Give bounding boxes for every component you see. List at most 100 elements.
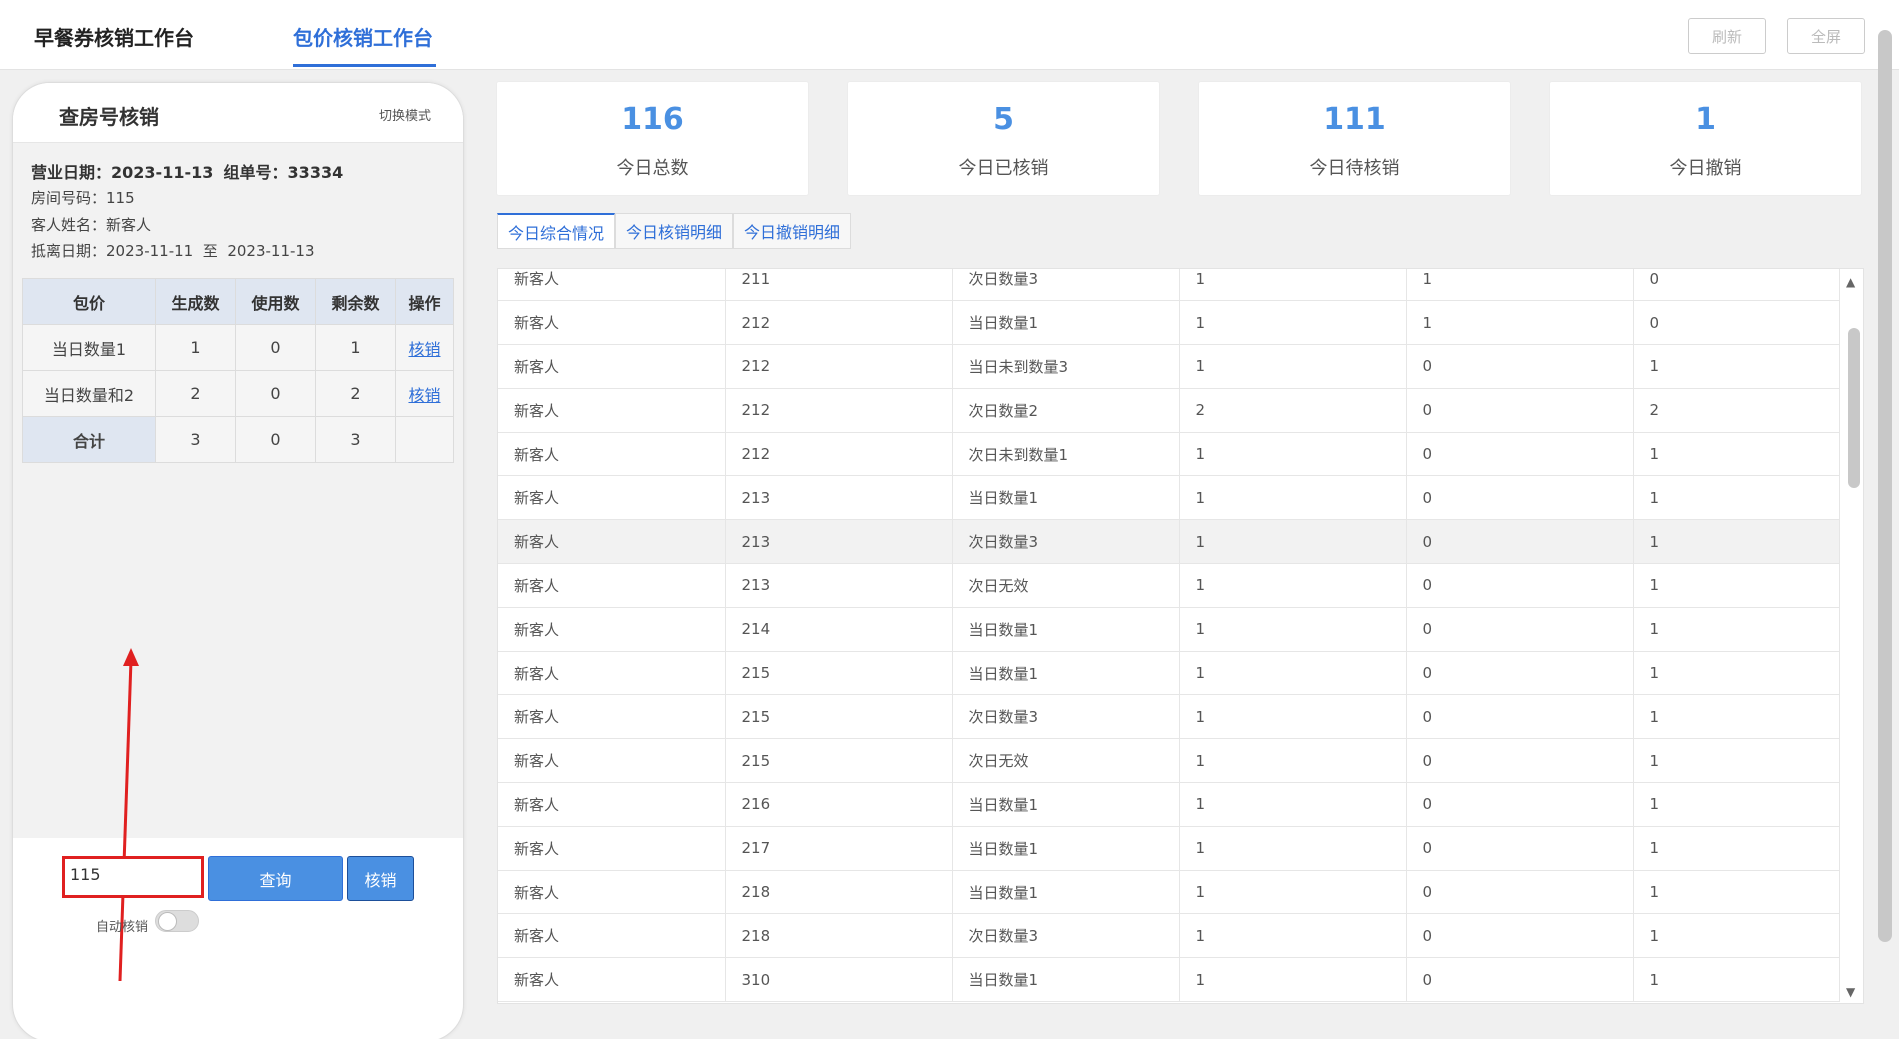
- group-no: 33334: [287, 163, 344, 182]
- used-cell: 0: [1406, 519, 1634, 565]
- verify-link[interactable]: 核销: [408, 340, 440, 359]
- business-info: 营业日期：2023-11-13 组单号：33334: [31, 159, 343, 183]
- used-cell: 0: [1406, 782, 1634, 827]
- package-name: 当日数量1: [22, 324, 156, 371]
- stat-value: 1: [1695, 102, 1716, 137]
- tab-today-summary[interactable]: 今日综合情况: [497, 213, 616, 249]
- table-row[interactable]: 新客人 212 次日未到数量1 1 0 1: [498, 432, 1840, 477]
- package-row: 当日数量和2 2 0 2 核销: [22, 370, 454, 417]
- stay-to-word: 至: [202, 242, 218, 260]
- used-cell: 0: [1406, 694, 1634, 740]
- table-row[interactable]: 新客人 218 次日数量3 1 0 1: [498, 913, 1840, 959]
- auto-verify-toggle[interactable]: [155, 910, 199, 932]
- guest-info: 客人姓名：新客人: [31, 214, 151, 235]
- table-row[interactable]: 新客人 213 当日数量1 1 0 1: [498, 475, 1840, 521]
- table-row[interactable]: 新客人 310 当日数量1 1 0 1: [498, 957, 1840, 1003]
- guest-name-cell: 新客人: [498, 519, 726, 565]
- stat-label: 今日已核销: [958, 158, 1049, 179]
- table-row[interactable]: 新客人 211 次日数量3 1 1 0: [498, 269, 1840, 302]
- stat-card-verified: 5 今日已核销: [848, 82, 1159, 195]
- guest-label: 客人姓名：: [31, 216, 107, 234]
- fullscreen-button[interactable]: 全屏: [1787, 18, 1865, 54]
- package-cell: 当日数量1: [952, 782, 1180, 827]
- generated-cell: 1: [1179, 300, 1407, 346]
- stat-label: 今日撤销: [1669, 158, 1742, 179]
- tab-today-cancelled-detail[interactable]: 今日撤销明细: [733, 213, 852, 249]
- table-row[interactable]: 新客人 213 次日无效 1 0 1: [498, 563, 1840, 608]
- remaining-cell: 1: [1633, 651, 1840, 696]
- tab-breakfast-workbench[interactable]: 早餐券核销工作台: [34, 22, 194, 51]
- col-remaining: 剩余数: [315, 278, 396, 325]
- remaining-cell: 1: [1633, 344, 1840, 389]
- package-cell: 当日数量1: [952, 300, 1180, 346]
- table-row[interactable]: 新客人 214 当日数量1 1 0 1: [498, 607, 1840, 652]
- verify-link[interactable]: 核销: [408, 386, 440, 405]
- guest-name-cell: 新客人: [498, 782, 726, 827]
- table-row[interactable]: 新客人 218 当日数量1 1 0 1: [498, 870, 1840, 915]
- remaining-cell: 1: [1633, 913, 1840, 959]
- generated-cell: 1: [1179, 269, 1407, 302]
- generated-cell: 1: [1179, 563, 1407, 608]
- stat-value: 116: [621, 102, 684, 137]
- table-scrollbar[interactable]: ▲ ▼: [1840, 269, 1863, 1003]
- generated-cell: 1: [1179, 782, 1407, 827]
- package-row: 当日数量1 1 0 1 核销: [22, 324, 454, 371]
- table-row[interactable]: 新客人 212 当日数量1 1 1 0: [498, 300, 1840, 346]
- room-cell: 212: [725, 388, 953, 433]
- tab-package-workbench[interactable]: 包价核销工作台: [293, 22, 433, 51]
- page-scrollbar[interactable]: [1878, 30, 1892, 942]
- used-cell: 0: [1406, 870, 1634, 915]
- room-cell: 213: [725, 519, 953, 565]
- used-cell: 0: [1406, 475, 1634, 521]
- used-cell: 0: [1406, 738, 1634, 784]
- guest-name-cell: 新客人: [498, 475, 726, 521]
- room-cell: 218: [725, 913, 953, 959]
- remaining-cell: 2: [1633, 388, 1840, 433]
- guest-name-cell: 新客人: [498, 563, 726, 608]
- scroll-down-icon[interactable]: ▼: [1846, 985, 1855, 999]
- used-cell: 0: [1406, 651, 1634, 696]
- package-action-cell: 核销: [395, 370, 454, 417]
- package-name: 当日数量和2: [22, 370, 156, 417]
- table-row[interactable]: 新客人 215 当日数量1 1 0 1: [498, 651, 1840, 696]
- guest-name-cell: 新客人: [498, 826, 726, 871]
- scroll-thumb[interactable]: [1848, 328, 1860, 488]
- package-action-cell: 核销: [395, 324, 454, 371]
- table-row[interactable]: 新客人 215 次日数量3 1 0 1: [498, 694, 1840, 740]
- col-action: 操作: [395, 278, 454, 325]
- used-cell: 0: [1406, 432, 1634, 477]
- stat-label: 今日待核销: [1309, 158, 1400, 179]
- package-cell: 次日无效: [952, 738, 1180, 784]
- refresh-button[interactable]: 刷新: [1688, 18, 1766, 54]
- col-used: 使用数: [235, 278, 316, 325]
- remaining-cell: 1: [1633, 738, 1840, 784]
- room-number-input[interactable]: 115: [62, 856, 204, 898]
- generated-cell: 1: [1179, 432, 1407, 477]
- generated-cell: 1: [1179, 475, 1407, 521]
- guest-name-cell: 新客人: [498, 607, 726, 652]
- table-row[interactable]: 新客人 215 次日无效 1 0 1: [498, 738, 1840, 784]
- remaining-cell: 0: [1633, 300, 1840, 346]
- table-row[interactable]: 新客人 212 次日数量2 2 0 2: [498, 388, 1840, 433]
- used-cell: 1: [1406, 269, 1634, 302]
- switch-mode-link[interactable]: 切换模式: [379, 105, 431, 124]
- generated-cell: 2: [1179, 388, 1407, 433]
- stay-info: 抵离日期：2023-11-11 至 2023-11-13: [31, 240, 315, 261]
- guest-name: 新客人: [106, 216, 152, 234]
- business-date: 2023-11-13: [111, 163, 214, 182]
- table-row[interactable]: 新客人 216 当日数量1 1 0 1: [498, 782, 1840, 827]
- tab-today-verified-detail[interactable]: 今日核销明细: [615, 213, 734, 249]
- scroll-up-icon[interactable]: ▲: [1846, 275, 1855, 289]
- toggle-knob: [158, 912, 177, 931]
- verify-button[interactable]: 核销: [347, 856, 414, 901]
- detail-table: 新客人 211 次日数量3 1 1 0 新客人 212 当日数量1 1 1 0 新客人 212 当日未到数量…: [498, 269, 1840, 1003]
- package-cell: 当日数量1: [952, 870, 1180, 915]
- used-cell: 1: [1406, 300, 1634, 346]
- generated-cell: 1: [1179, 519, 1407, 565]
- package-remaining: 1: [315, 324, 396, 371]
- package-total-row: 合计 3 0 3: [22, 416, 454, 463]
- table-row[interactable]: 新客人 217 当日数量1 1 0 1: [498, 826, 1840, 871]
- query-button[interactable]: 查询: [208, 856, 343, 901]
- table-row[interactable]: 新客人 212 当日未到数量3 1 0 1: [498, 344, 1840, 389]
- table-row[interactable]: 新客人 213 次日数量3 1 0 1: [498, 519, 1840, 565]
